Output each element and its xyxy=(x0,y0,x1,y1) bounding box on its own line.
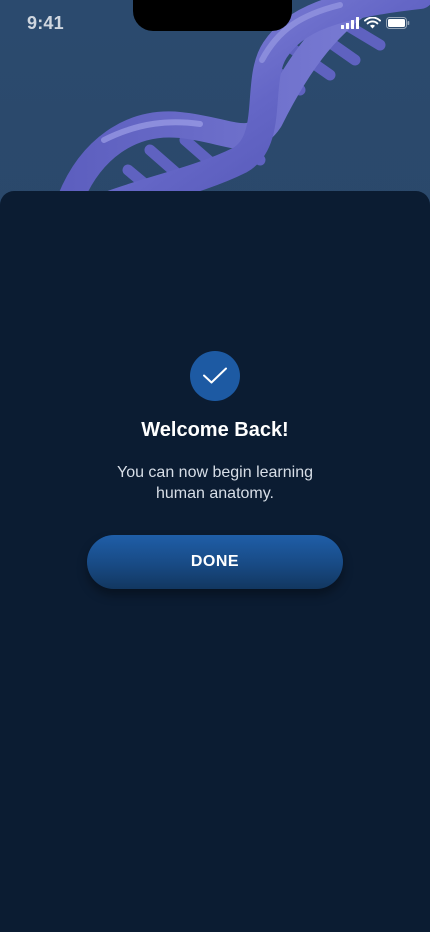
success-message: You can now begin learning human anatomy… xyxy=(116,464,313,502)
app-screen: 9:41 Welcome Back! You can now begin lea… xyxy=(0,0,430,932)
checkmark-icon xyxy=(203,367,227,384)
success-sheet: Welcome Back! You can now begin learning… xyxy=(0,191,430,932)
done-button[interactable]: DONE xyxy=(87,535,343,589)
cellular-signal-icon xyxy=(341,17,359,29)
status-icons xyxy=(341,17,410,29)
wifi-icon xyxy=(364,17,381,29)
status-time: 9:41 xyxy=(27,13,64,33)
success-title: Welcome Back! xyxy=(141,419,289,441)
success-badge xyxy=(190,351,240,401)
battery-icon xyxy=(386,17,410,29)
status-bar: 9:41 xyxy=(0,0,430,50)
